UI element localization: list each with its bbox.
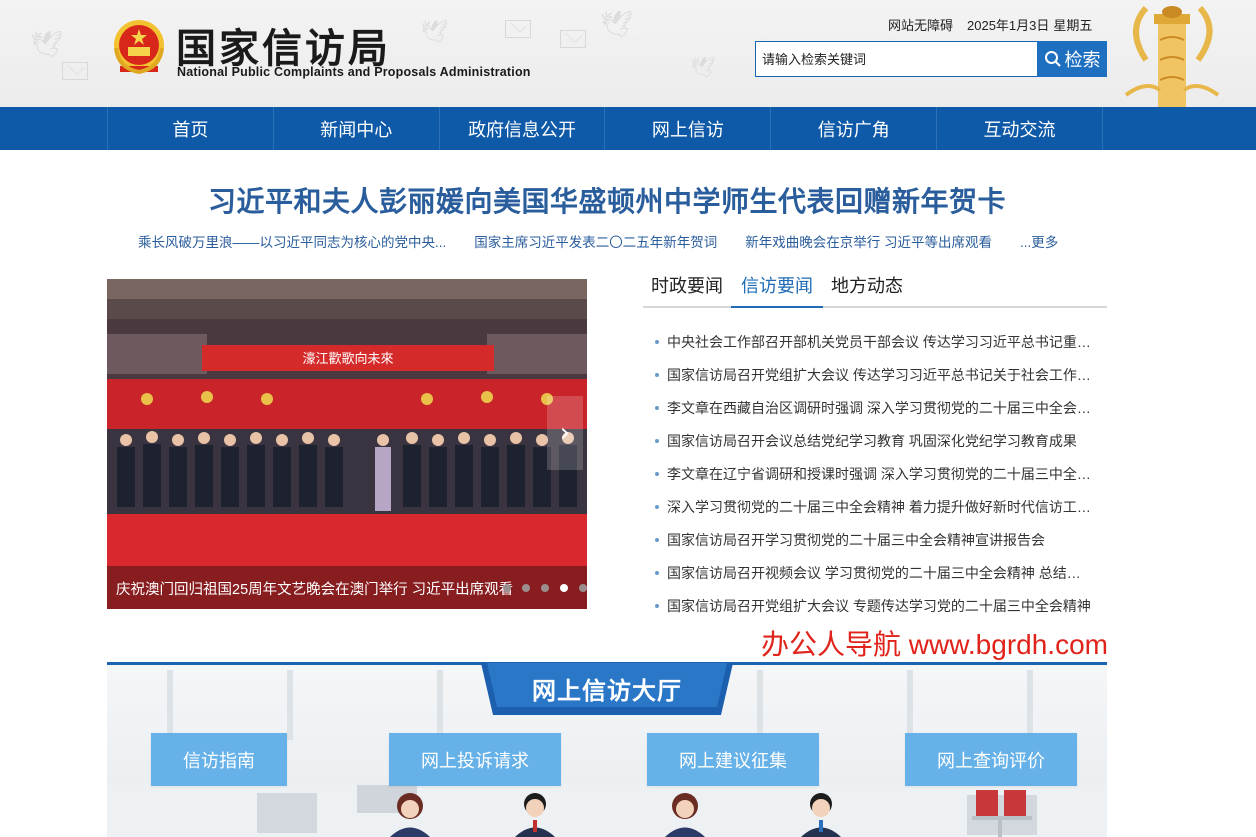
staff-male-icon [801, 793, 841, 837]
news-link[interactable]: 深入学习贯彻党的二十届三中全会精神 着力提升做好新时代信访工作能力 [667, 497, 1091, 517]
top-utility-bar: 网站无障碍 2025年1月3日 星期五 [888, 15, 1106, 34]
headline-sub-links: 乘长风破万里浪——以习近平同志为核心的党中央... 国家主席习近平发表二〇二五年… [138, 231, 1058, 251]
news-link[interactable]: 国家信访局召开会议总结党纪学习教育 巩固深化党纪学习教育成果 [667, 431, 1091, 451]
tab-current-affairs[interactable]: 时政要闻 [643, 270, 731, 308]
tab-local-news[interactable]: 地方动态 [823, 270, 911, 308]
nav-item-petition-wide-angle[interactable]: 信访广角 [771, 107, 938, 150]
accessibility-link[interactable]: 网站无障碍 [888, 18, 953, 33]
current-weekday: 星期五 [1053, 18, 1093, 33]
slide-dot[interactable] [579, 584, 587, 592]
nav-item-gov-info[interactable]: 政府信息公开 [440, 107, 606, 150]
list-item[interactable]: 深入学习贯彻党的二十届三中全会精神 着力提升做好新时代信访工作能力 [655, 490, 1095, 523]
envelope-decoration-icon [560, 30, 586, 48]
nav-item-online-petition[interactable]: 网上信访 [605, 107, 772, 150]
slide-next-button[interactable]: › [547, 396, 583, 470]
search-box: 检索 [755, 41, 1107, 77]
news-link[interactable]: 国家信访局召开视频会议 学习贯彻党的二十届三中全会精神 总结部署工作 [667, 563, 1091, 583]
slide-caption[interactable]: 庆祝澳门回归祖国25周年文艺晚会在澳门举行 习近平出席观看 [116, 578, 513, 599]
nav-item-home[interactable]: 首页 [107, 107, 274, 150]
nav-item-news-center[interactable]: 新闻中心 [274, 107, 440, 150]
list-item[interactable]: 国家信访局召开党组扩大会议 传达学习习近平总书记关于社会工作的重要指示 [655, 358, 1095, 391]
petition-guide-button[interactable]: 信访指南 [151, 733, 287, 786]
dove-decoration-icon: 🕊 [30, 30, 64, 60]
bullet-icon [655, 504, 659, 509]
news-link[interactable]: 李文章在辽宁省调研和授课时强调 深入学习贯彻党的二十届三中全会精神 [667, 464, 1091, 484]
national-emblem-icon [114, 20, 164, 75]
list-item[interactable]: 中央社会工作部召开部机关党员干部会议 传达学习习近平总书记重要讲话精神 [655, 325, 1095, 358]
list-item[interactable]: 李文章在西藏自治区调研时强调 深入学习贯彻党的二十届三中全会精神 [655, 391, 1095, 424]
slide-dot[interactable] [541, 584, 549, 592]
news-link[interactable]: 李文章在西藏自治区调研时强调 深入学习贯彻党的二十届三中全会精神 [667, 398, 1091, 418]
slide-image: 濠江歡歌向未來 [107, 279, 587, 609]
news-slideshow[interactable]: 濠江歡歌向未來 [107, 279, 587, 609]
online-query-button[interactable]: 网上查询评价 [905, 733, 1077, 786]
nav-item-interaction[interactable]: 互动交流 [937, 107, 1103, 150]
list-item[interactable]: 国家信访局召开视频会议 学习贯彻党的二十届三中全会精神 总结部署工作 [655, 556, 1095, 589]
slide-indicators [503, 584, 598, 592]
tab-petition-news[interactable]: 信访要闻 [731, 270, 823, 308]
news-link[interactable]: 国家信访局召开党组扩大会议 传达学习习近平总书记关于社会工作的重要指示 [667, 365, 1091, 385]
brochure-stand-icon [972, 790, 1032, 837]
current-date: 2025年1月3日 [967, 18, 1050, 33]
search-button[interactable]: 检索 [1037, 41, 1107, 77]
news-link[interactable]: 国家信访局召开学习贯彻党的二十届三中全会精神宣讲报告会 [667, 530, 1091, 550]
more-link[interactable]: ...更多 [1020, 231, 1058, 251]
list-item[interactable]: 国家信访局召开党组扩大会议 专题传达学习党的二十届三中全会精神 [655, 589, 1095, 622]
list-item[interactable]: 国家信访局召开学习贯彻党的二十届三中全会精神宣讲报告会 [655, 523, 1095, 556]
huabiao-pillar-icon [1124, 5, 1220, 107]
bullet-icon [655, 372, 659, 377]
staff-female-icon [665, 793, 705, 837]
search-input[interactable] [755, 41, 1038, 77]
bullet-icon [655, 471, 659, 476]
list-item[interactable]: 国家信访局召开会议总结党纪学习教育 巩固深化党纪学习教育成果 [655, 424, 1095, 457]
search-icon [1044, 51, 1061, 67]
envelope-decoration-icon [505, 20, 531, 38]
online-suggestion-button[interactable]: 网上建议征集 [647, 733, 819, 786]
bullet-icon [655, 339, 659, 344]
slide-dot-active[interactable] [560, 584, 568, 592]
hall-title: 网上信访大厅 [532, 678, 682, 705]
search-button-label: 检索 [1064, 50, 1101, 70]
dove-decoration-icon: 🕊 [420, 20, 448, 45]
bullet-icon [655, 537, 659, 542]
bullet-icon [655, 570, 659, 575]
site-header: 🕊 🕊 🕊 🕊 国家信访局 National Public Complaints… [0, 0, 1256, 107]
news-list: 中央社会工作部召开部机关党员干部会议 传达学习习近平总书记重要讲话精神 国家信访… [655, 325, 1095, 622]
headline-title[interactable]: 习近平和夫人彭丽媛向美国华盛顿州中学师生代表回赠新年贺卡 [0, 180, 1214, 220]
staff-male-icon [515, 793, 555, 837]
slide-dot[interactable] [522, 584, 530, 592]
slide-dot[interactable] [503, 584, 511, 592]
bullet-icon [655, 405, 659, 410]
news-link[interactable]: 中央社会工作部召开部机关党员干部会议 传达学习习近平总书记重要讲话精神 [667, 332, 1091, 352]
staff-female-icon [390, 793, 430, 837]
news-tabs: 时政要闻 信访要闻 地方动态 [643, 270, 1107, 308]
slide-banner-text: 濠江歡歌向未來 [302, 351, 393, 367]
bullet-icon [655, 603, 659, 608]
envelope-decoration-icon [62, 62, 88, 80]
site-title-en: National Public Complaints and Proposals… [177, 65, 531, 79]
watermark-text: 办公人导航 www.bgrdh.com [761, 629, 1108, 660]
online-complaint-button[interactable]: 网上投诉请求 [389, 733, 561, 786]
chevron-right-icon: › [559, 418, 571, 448]
bullet-icon [655, 438, 659, 443]
sub-link-3[interactable]: 新年戏曲晚会在京举行 习近平等出席观看 [745, 231, 992, 251]
sub-link-1[interactable]: 乘长风破万里浪——以习近平同志为核心的党中央... [138, 231, 446, 251]
list-item[interactable]: 李文章在辽宁省调研和授课时强调 深入学习贯彻党的二十届三中全会精神 [655, 457, 1095, 490]
dove-decoration-icon: 🕊 [600, 10, 634, 40]
main-nav: 首页 新闻中心 政府信息公开 网上信访 信访广角 互动交流 [0, 107, 1256, 150]
sub-link-2[interactable]: 国家主席习近平发表二〇二五年新年贺词 [474, 231, 717, 251]
dove-decoration-icon: 🕊 [690, 55, 716, 79]
news-link[interactable]: 国家信访局召开党组扩大会议 专题传达学习党的二十届三中全会精神 [667, 596, 1091, 616]
